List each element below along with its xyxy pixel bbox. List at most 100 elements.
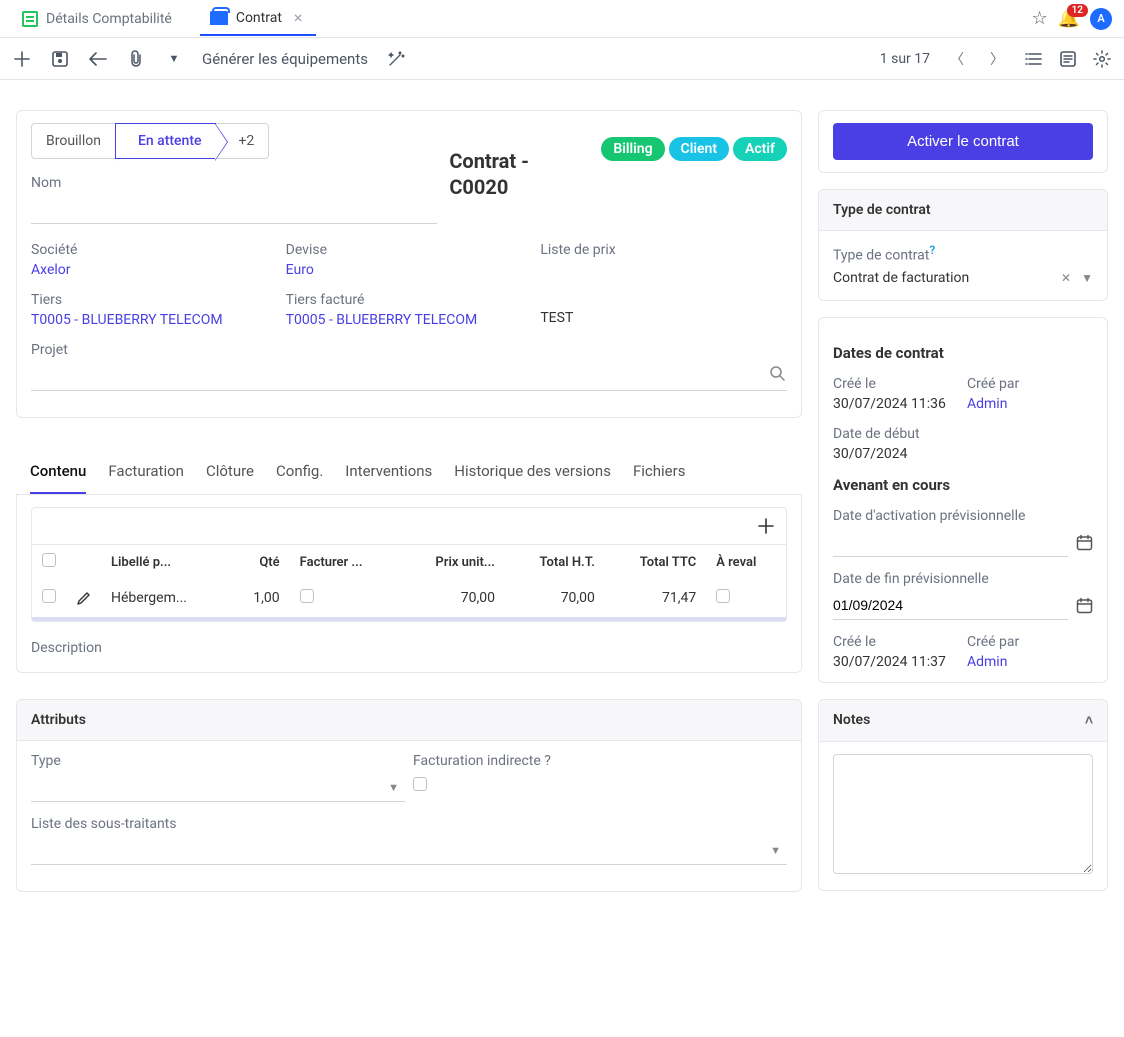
badge-client: Client xyxy=(669,137,729,161)
subcontractors-label: Liste des sous-traitants xyxy=(31,816,787,832)
planned-end-input[interactable] xyxy=(833,591,1068,620)
description-label: Description xyxy=(31,640,787,656)
chevron-up-icon[interactable]: ˄ xyxy=(1085,712,1093,729)
created-by-value[interactable]: Admin xyxy=(967,396,1007,412)
briefcase-icon xyxy=(210,11,228,25)
notification-count: 12 xyxy=(1067,4,1088,17)
settings-icon[interactable] xyxy=(1092,49,1112,69)
pricelist-note: TEST xyxy=(540,310,573,326)
cell-bill-checkbox[interactable] xyxy=(300,589,314,603)
close-icon[interactable]: × xyxy=(290,10,307,26)
currency-value[interactable]: Euro xyxy=(286,262,314,278)
status-pending[interactable]: En attente xyxy=(115,123,217,159)
billed-tiers-value[interactable]: T0005 - BLUEBERRY TELECOM xyxy=(286,312,478,328)
subtab-files[interactable]: Fichiers xyxy=(633,450,685,494)
tiers-value[interactable]: T0005 - BLUEBERRY TELECOM xyxy=(31,312,223,328)
col-bill: Facturer ... xyxy=(290,545,400,580)
col-total-ht: Total H.T. xyxy=(505,545,605,580)
attachment-button[interactable] xyxy=(126,49,146,69)
contract-main-card: Brouillon En attente +2 Nom Contrat - C0… xyxy=(16,110,802,418)
type-select[interactable] xyxy=(31,773,405,802)
lines-table-wrapper: Libellé p... Qté Facturer ... Prix unit.… xyxy=(31,507,787,622)
calendar-icon[interactable] xyxy=(1076,534,1093,551)
dropdown-caret[interactable]: ▼ xyxy=(164,49,184,69)
star-icon[interactable]: ☆ xyxy=(1031,8,1047,29)
contract-type-value[interactable]: Contrat de facturation xyxy=(833,270,969,286)
planned-end-label: Date de fin prévisionnelle xyxy=(833,571,1093,587)
cell-unit-price: 70,00 xyxy=(400,579,505,619)
subtab-interventions[interactable]: Interventions xyxy=(345,450,432,494)
subtab-closure[interactable]: Clôture xyxy=(206,450,254,494)
project-input[interactable] xyxy=(31,362,787,391)
magic-wand-icon[interactable] xyxy=(386,49,406,69)
badge-billing: Billing xyxy=(601,137,664,161)
list-view-icon[interactable] xyxy=(1024,49,1044,69)
avatar[interactable]: A xyxy=(1090,8,1112,30)
notes-header[interactable]: Notes ˄ xyxy=(819,700,1107,742)
row-checkbox[interactable] xyxy=(42,589,56,603)
start-date-value: 30/07/2024 xyxy=(833,446,908,462)
activate-card: Activer le contrat xyxy=(818,110,1108,173)
amend-created-by-label: Créé par xyxy=(967,634,1093,650)
tab-label: Contrat xyxy=(236,10,282,26)
notes-textarea[interactable] xyxy=(833,754,1093,874)
add-line-button[interactable] xyxy=(758,518,774,534)
help-icon[interactable]: ? xyxy=(929,243,935,257)
tiers-label: Tiers xyxy=(31,292,278,308)
planned-activation-label: Date d'activation prévisionnelle xyxy=(833,508,1093,524)
notes-card: Notes ˄ xyxy=(818,699,1108,891)
clear-icon[interactable]: ✕ xyxy=(1061,271,1071,285)
save-button[interactable] xyxy=(50,49,70,69)
pager-prev[interactable]: 〈 xyxy=(944,49,970,69)
cell-reval-checkbox[interactable] xyxy=(716,589,730,603)
amendment-title: Avenant en cours xyxy=(833,476,1093,494)
project-label: Projet xyxy=(31,342,787,358)
cell-label: Hébergem... xyxy=(101,579,228,619)
amend-created-on-value: 30/07/2024 11:37 xyxy=(833,654,946,670)
pricelist-label: Liste de prix xyxy=(540,242,787,258)
pager-next[interactable]: 〉 xyxy=(984,49,1010,69)
calendar-icon[interactable] xyxy=(1076,597,1093,614)
col-total-ttc: Total TTC xyxy=(605,545,706,580)
activate-contract-button[interactable]: Activer le contrat xyxy=(833,123,1093,160)
add-button[interactable] xyxy=(12,49,32,69)
generate-equipment-button[interactable]: Générer les équipements xyxy=(202,50,368,68)
created-on-label: Créé le xyxy=(833,376,959,392)
contract-dates-card: Dates de contrat Créé le 30/07/2024 11:3… xyxy=(818,317,1108,683)
start-date-label: Date de début xyxy=(833,426,1093,442)
back-button[interactable] xyxy=(88,49,108,69)
subtab-billing[interactable]: Facturation xyxy=(108,450,184,494)
chevron-down-icon[interactable]: ▼ xyxy=(388,781,399,794)
subtab-config[interactable]: Config. xyxy=(276,450,323,494)
indirect-billing-checkbox[interactable] xyxy=(413,777,427,791)
tab-contract[interactable]: Contrat × xyxy=(200,2,317,36)
chevron-down-icon[interactable]: ▼ xyxy=(770,844,781,857)
amend-created-by-value[interactable]: Admin xyxy=(967,654,1007,670)
attributes-card: Attributs Type ▼ Facturation indirecte ?… xyxy=(16,699,802,892)
cell-total-ht: 70,00 xyxy=(505,579,605,619)
company-value[interactable]: Axelor xyxy=(31,262,71,278)
status-draft[interactable]: Brouillon xyxy=(31,123,116,159)
created-on-value: 30/07/2024 11:36 xyxy=(833,396,946,412)
subtab-content[interactable]: Contenu xyxy=(30,450,86,494)
name-label: Nom xyxy=(31,175,437,191)
status-stepper: Brouillon En attente +2 xyxy=(31,123,437,159)
contract-type-header: Type de contrat xyxy=(819,190,1107,231)
subtabs: Contenu Facturation Clôture Config. Inte… xyxy=(16,450,802,495)
notifications-button[interactable]: 🔔 12 xyxy=(1058,8,1080,29)
form-view-icon[interactable] xyxy=(1058,49,1078,69)
tab-accounting-details[interactable]: Détails Comptabilité xyxy=(12,3,182,35)
subcontractors-select[interactable] xyxy=(31,836,787,865)
name-input[interactable] xyxy=(31,195,437,224)
contract-dates-title: Dates de contrat xyxy=(833,344,1093,362)
content-tab-card: Libellé p... Qté Facturer ... Prix unit.… xyxy=(16,495,802,673)
planned-activation-input[interactable] xyxy=(833,528,1068,557)
select-all-checkbox[interactable] xyxy=(42,553,56,567)
amend-created-on-label: Créé le xyxy=(833,634,959,650)
table-row[interactable]: Hébergem... 1,00 70,00 70,00 71,47 xyxy=(32,579,786,619)
type-label: Type xyxy=(31,753,405,769)
edit-row-icon[interactable] xyxy=(76,591,91,606)
subtab-versions[interactable]: Historique des versions xyxy=(454,450,611,494)
chevron-down-icon[interactable]: ▼ xyxy=(1081,271,1093,285)
search-icon[interactable] xyxy=(770,366,785,381)
